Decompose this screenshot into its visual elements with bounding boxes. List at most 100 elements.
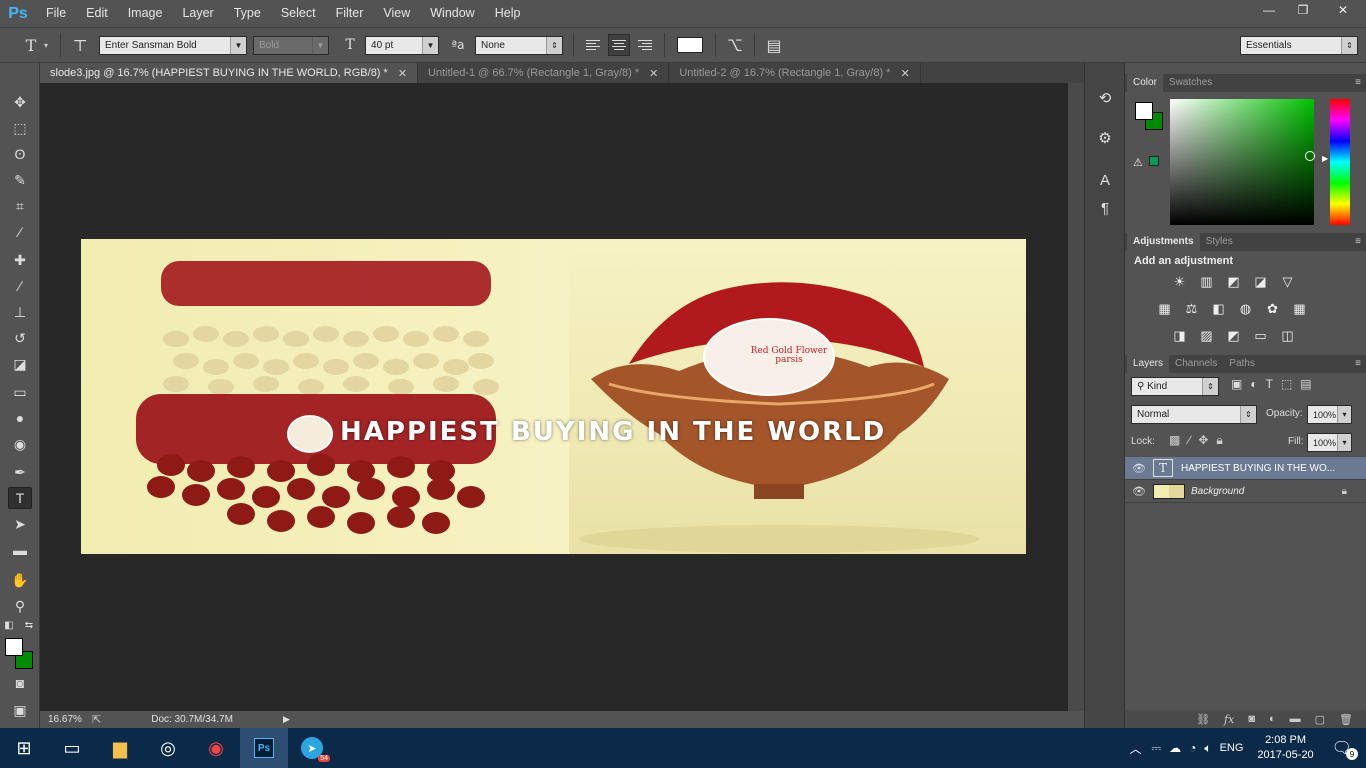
history-panel-icon[interactable]: ⟲ [1093,87,1117,109]
wifi-icon[interactable]: ◔ [1189,741,1196,755]
menu-layer[interactable]: Layer [172,0,223,27]
align-left-button[interactable] [582,34,604,56]
menu-edit[interactable]: Edit [76,0,118,27]
menu-filter[interactable]: Filter [326,0,374,27]
close-icon[interactable]: ✕ [900,67,909,80]
curves-icon[interactable]: ◩ [1224,273,1243,290]
tray-expand-icon[interactable]: ︿ [1130,740,1142,757]
menu-help[interactable]: Help [485,0,531,27]
vibrance-icon[interactable]: ▽ [1278,273,1297,290]
menu-image[interactable]: Image [118,0,173,27]
fill-input[interactable]: 100% ▾ [1307,433,1352,452]
file-explorer-icon[interactable]: ▆ [96,728,144,768]
panel-menu-icon[interactable]: ≡ [1355,358,1361,369]
adjustment-layer-icon[interactable]: ◐ [1269,713,1276,725]
menu-window[interactable]: Window [420,0,484,27]
restore-button[interactable]: ❐ [1286,0,1320,20]
telegram-icon[interactable]: ➤ 54 [288,728,336,768]
align-center-button[interactable] [608,34,631,56]
screen-mode-icon[interactable]: ▣ [8,699,32,721]
eyedropper-tool-icon[interactable]: ⁄ [8,221,32,243]
quick-mask-icon[interactable]: ◙ [8,672,32,694]
link-layers-icon[interactable]: ⛓ [1196,713,1210,726]
brightness-contrast-icon[interactable]: ☀ [1170,273,1189,290]
photo-filter-icon[interactable]: ◍ [1236,300,1255,317]
lasso-tool-icon[interactable]: ʘ [8,143,32,165]
selective-color-icon[interactable]: ◫ [1278,327,1297,344]
visibility-eye-icon[interactable]: 👁︎ [1125,462,1153,475]
color-picker-handle[interactable] [1305,151,1315,161]
shape-filter-icon[interactable]: ⬚ [1281,377,1292,391]
pixel-filter-icon[interactable]: ▣ [1231,377,1242,391]
default-colors-icon[interactable]: ◧ [2,619,16,631]
character-panel-icon[interactable]: A [1093,169,1117,191]
tab-channels[interactable]: Channels [1169,355,1223,373]
brush-tool-icon[interactable]: ∕ [8,275,32,297]
layer-row-background[interactable]: 👁︎ Background 🔒︎ [1125,480,1366,503]
layer-filter-select[interactable]: ⚲ Kind ⇕ [1131,377,1219,396]
eraser-tool-icon[interactable]: ◪ [8,353,32,375]
gradient-map-icon[interactable]: ▭ [1251,327,1270,344]
blend-mode-select[interactable]: Normal ⇕ [1131,405,1257,424]
character-panel-icon[interactable]: ▤ [761,32,787,58]
saturation-brightness-field[interactable] [1170,99,1315,225]
align-right-button[interactable] [634,34,656,56]
minimize-button[interactable]: — [1252,0,1286,20]
hue-slider[interactable] [1330,99,1350,225]
toggle-orientation-icon[interactable]: ⊤ [67,32,93,58]
panel-foreground-swatch[interactable] [1135,102,1153,120]
media-app-icon[interactable]: ◎ [144,728,192,768]
crop-tool-icon[interactable]: ⌗ [8,195,32,217]
zoom-level[interactable]: 16.67% [48,714,88,725]
panel-menu-icon[interactable]: ≡ [1355,236,1361,247]
properties-panel-icon[interactable]: ⚙ [1093,127,1117,149]
type-tool-icon[interactable]: T [8,487,32,509]
visibility-eye-icon[interactable]: 👁︎ [1125,485,1153,498]
hue-saturation-icon[interactable]: ▦ [1155,300,1174,317]
panel-menu-icon[interactable]: ≡ [1355,77,1361,88]
lock-image-icon[interactable]: ∕ [1188,433,1190,448]
start-icon[interactable]: ⊞ [0,728,48,768]
healing-brush-tool-icon[interactable]: ✚ [8,249,32,271]
tab-adjustments[interactable]: Adjustments [1127,233,1200,251]
black-white-icon[interactable]: ◧ [1209,300,1228,317]
dodge-tool-icon[interactable]: ◉ [8,433,32,455]
close-icon[interactable]: ✕ [398,67,407,80]
quick-select-tool-icon[interactable]: ✎ [8,169,32,191]
lock-all-icon[interactable]: 🔒︎ [1216,433,1222,448]
workspace-select[interactable]: Essentials ⇕ [1240,36,1358,55]
out-of-gamut-warning-icon[interactable]: ⚠ [1133,156,1143,169]
chrome-icon[interactable]: ◉ [192,728,240,768]
headline-text-layer[interactable]: HAPPIEST BUYING IN THE WORLD [340,417,886,447]
font-size-select[interactable]: 40 pt ▼ [365,35,440,55]
pen-tool-icon[interactable]: ✒ [8,461,32,483]
zoom-tool-icon[interactable]: ⚲ [8,595,32,617]
tab-color[interactable]: Color [1127,74,1163,92]
menu-select[interactable]: Select [271,0,326,27]
network-icon[interactable]: ⎓ [1152,741,1162,756]
layer-row-text[interactable]: 👁︎ T HAPPIEST BUYING IN THE WO... [1125,457,1366,480]
tab-untitled-2[interactable]: Untitled-2 @ 16.7% (Rectangle 1, Gray/8)… [669,63,921,83]
tab-swatches[interactable]: Swatches [1163,74,1218,92]
close-icon[interactable]: ✕ [649,67,658,80]
levels-icon[interactable]: ▥ [1197,273,1216,290]
clock[interactable]: 2:08 PM 2017-05-20 [1257,733,1313,763]
swap-colors-icon[interactable]: ⇆ [22,619,36,631]
document-canvas[interactable]: Red Gold Flower parsis HAPPIEST BUYING I… [81,239,1026,554]
type-filter-icon[interactable]: T [1266,377,1273,391]
adjustment-filter-icon[interactable]: ◐ [1250,377,1257,391]
channel-mixer-icon[interactable]: ✿ [1263,300,1282,317]
gamut-color-swatch[interactable] [1149,156,1159,166]
menu-type[interactable]: Type [224,0,271,27]
delete-layer-icon[interactable]: 🗑︎ [1339,713,1353,726]
threshold-icon[interactable]: ◩ [1224,327,1243,344]
lock-transparent-icon[interactable]: ▩ [1169,433,1180,448]
vertical-scrollbar[interactable] [1068,83,1084,711]
volume-icon[interactable]: 🔈︎ [1204,741,1211,756]
anti-alias-select[interactable]: None ⇕ [475,35,564,55]
tab-slode3[interactable]: slode3.jpg @ 16.7% (HAPPIEST BUYING IN T… [40,63,419,83]
notification-center-icon[interactable]: 🗨︎ 9 [1332,738,1358,760]
add-mask-icon[interactable]: ◙ [1248,713,1255,725]
text-color-swatch[interactable] [677,37,704,53]
export-icon[interactable]: ⇱ [92,713,101,726]
